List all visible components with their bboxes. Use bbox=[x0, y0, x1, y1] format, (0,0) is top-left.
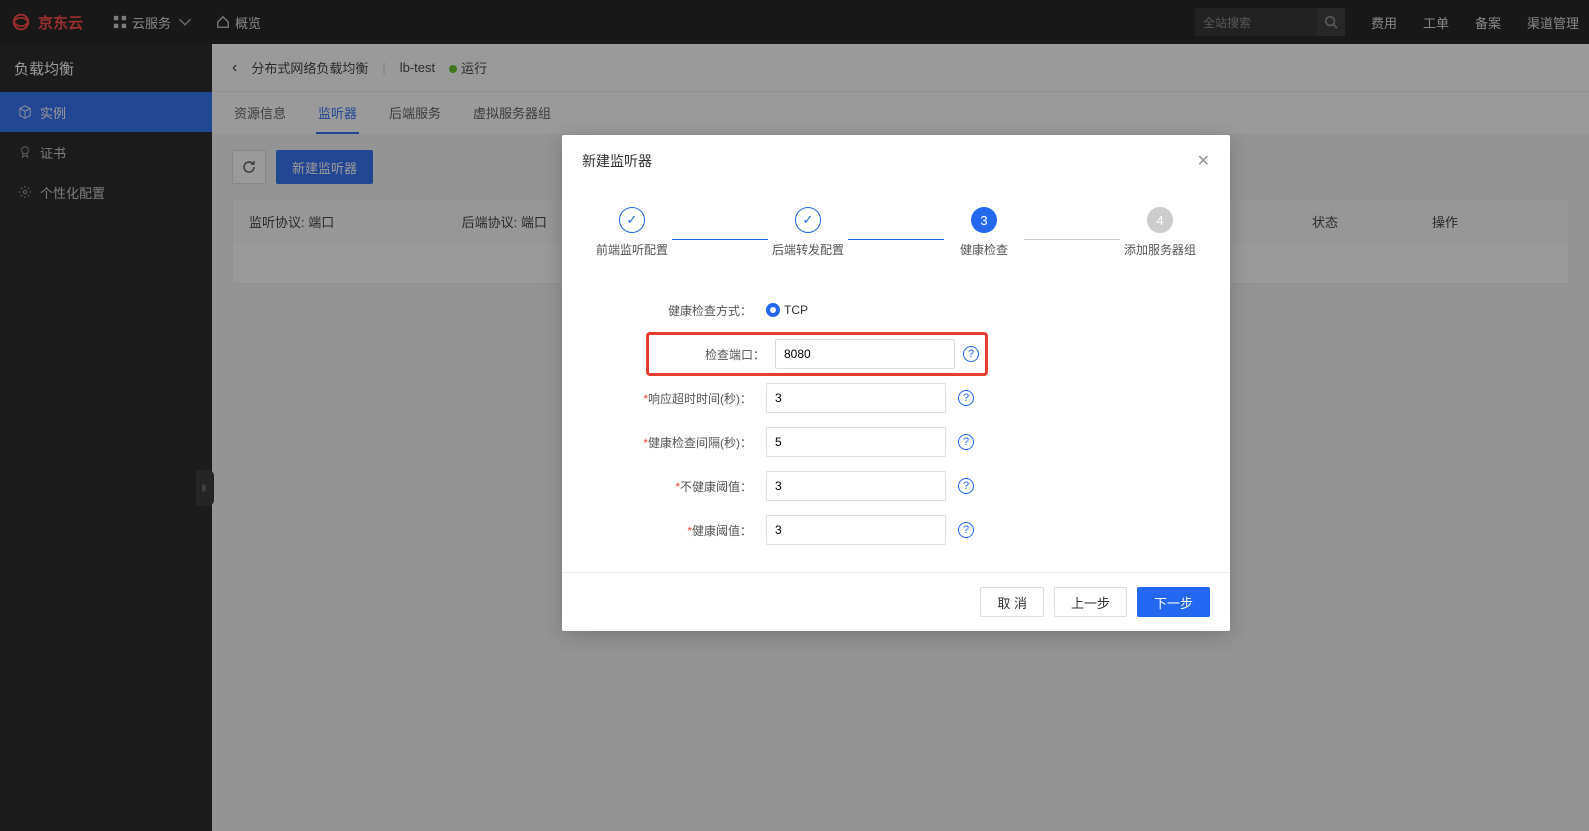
input-healthy[interactable] bbox=[766, 515, 946, 545]
check-icon: ✓ bbox=[795, 207, 821, 233]
row-timeout: *响应超时时间(秒)： ? bbox=[602, 376, 1170, 420]
label-interval: 健康检查间隔(秒)： bbox=[648, 436, 752, 450]
modal-footer: 取 消 上一步 下一步 bbox=[562, 572, 1230, 631]
prev-button[interactable]: 上一步 bbox=[1054, 587, 1127, 617]
row-health-method: 健康检查方式： TCP bbox=[602, 288, 1170, 332]
row-interval: *健康检查间隔(秒)： ? bbox=[602, 420, 1170, 464]
highlight-check-port: 检查端口： ? bbox=[646, 332, 988, 376]
label-timeout: 响应超时时间(秒)： bbox=[648, 392, 752, 406]
label-healthy: 健康阈值： bbox=[692, 524, 752, 538]
help-icon[interactable]: ? bbox=[958, 390, 974, 406]
help-icon[interactable]: ? bbox=[958, 434, 974, 450]
step-connector bbox=[672, 239, 768, 240]
modal-title: 新建监听器 bbox=[582, 151, 652, 171]
input-check-port[interactable] bbox=[775, 339, 955, 369]
row-unhealthy: *不健康阈值： ? bbox=[602, 464, 1170, 508]
label-check-port: 检查端口： bbox=[655, 346, 775, 363]
input-interval[interactable] bbox=[766, 427, 946, 457]
step-number: 3 bbox=[971, 207, 997, 233]
next-button[interactable]: 下一步 bbox=[1137, 587, 1210, 617]
row-healthy: *健康阈值： ? bbox=[602, 508, 1170, 552]
help-icon[interactable]: ? bbox=[958, 478, 974, 494]
close-icon[interactable]: ✕ bbox=[1197, 151, 1210, 171]
row-check-port: 检查端口： ? bbox=[602, 332, 1170, 376]
health-check-form: 健康检查方式： TCP 检查端口： ? *响应超时时间(秒)： ? *健康检查间… bbox=[562, 268, 1230, 572]
step-number: 4 bbox=[1147, 207, 1173, 233]
radio-dot-icon bbox=[766, 303, 780, 317]
step-4: 4 添加服务器组 bbox=[1120, 207, 1200, 258]
step-connector bbox=[848, 239, 944, 240]
check-icon: ✓ bbox=[619, 207, 645, 233]
step-3: 3 健康检查 bbox=[944, 207, 1024, 258]
step-indicator: ✓ 前端监听配置 ✓ 后端转发配置 3 健康检查 4 添加服务器组 bbox=[562, 187, 1230, 268]
help-icon[interactable]: ? bbox=[958, 522, 974, 538]
step-connector bbox=[1024, 239, 1120, 240]
radio-tcp[interactable]: TCP bbox=[766, 303, 808, 317]
label-unhealthy: 不健康阈值： bbox=[680, 480, 752, 494]
step-1: ✓ 前端监听配置 bbox=[592, 207, 672, 258]
cancel-button[interactable]: 取 消 bbox=[980, 587, 1044, 617]
label-health-method: 健康检查方式： bbox=[602, 302, 762, 319]
input-timeout[interactable] bbox=[766, 383, 946, 413]
help-icon[interactable]: ? bbox=[963, 346, 979, 362]
step-2: ✓ 后端转发配置 bbox=[768, 207, 848, 258]
create-listener-modal: 新建监听器 ✕ ✓ 前端监听配置 ✓ 后端转发配置 3 健康检查 4 添加服务器… bbox=[562, 135, 1230, 631]
input-unhealthy[interactable] bbox=[766, 471, 946, 501]
